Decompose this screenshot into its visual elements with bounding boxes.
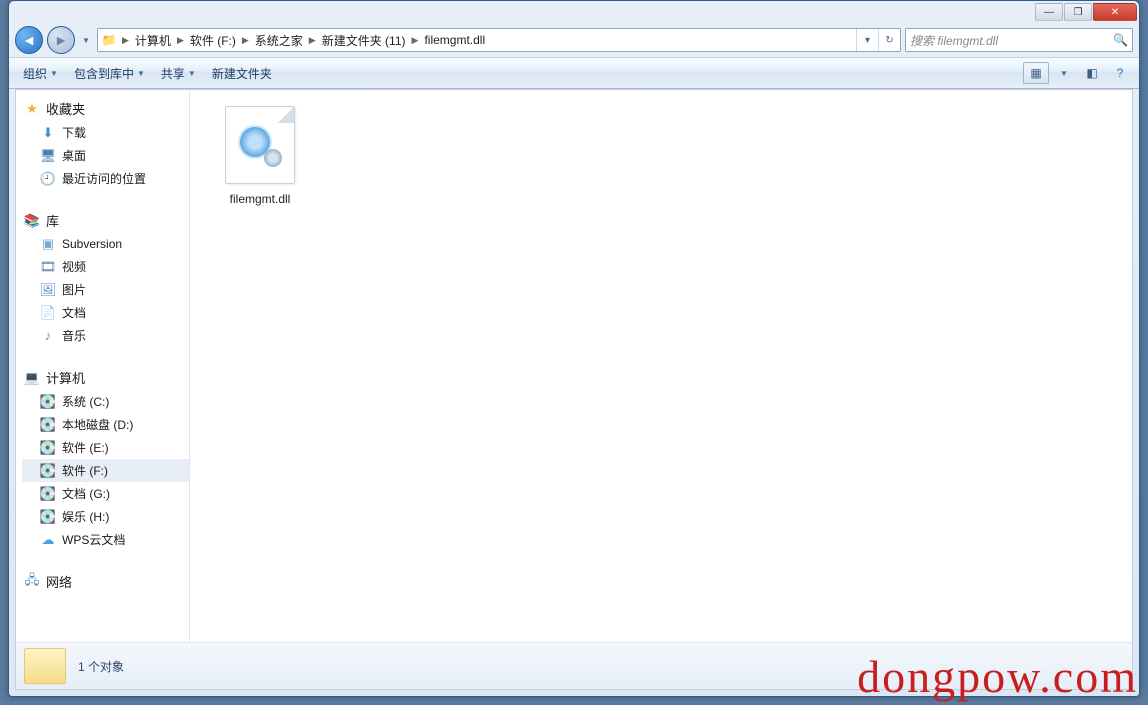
details-pane: 1 个对象 <box>15 642 1133 690</box>
sidebar-item-drive-f[interactable]: 💽软件 (F:) <box>22 459 189 482</box>
forward-button[interactable]: ► <box>47 26 75 54</box>
sidebar-item-drive-c[interactable]: 💽系统 (C:) <box>22 390 189 413</box>
recent-icon: 🕘 <box>40 171 56 187</box>
maximize-icon: ❐ <box>1074 7 1083 18</box>
chevron-down-icon: ▼ <box>137 69 145 78</box>
library-icon: 📚 <box>24 213 40 229</box>
cloud-icon: ☁ <box>40 532 56 548</box>
status-count: 1 个对象 <box>78 658 124 675</box>
view-dropdown[interactable]: ▼ <box>1051 62 1077 84</box>
file-thumbnail <box>225 106 295 184</box>
sidebar-item-documents[interactable]: 📄文档 <box>22 301 189 324</box>
share-button[interactable]: 共享▼ <box>153 61 204 86</box>
music-icon: ♪ <box>40 328 56 344</box>
sidebar-header-favorites[interactable]: ★收藏夹 <box>22 96 189 121</box>
drive-icon: 💽 <box>40 509 56 525</box>
sidebar-group-computer: 💻计算机 💽系统 (C:) 💽本地磁盘 (D:) 💽软件 (E:) 💽软件 (F… <box>22 365 189 551</box>
sidebar-item-music[interactable]: ♪音乐 <box>22 324 189 347</box>
breadcrumb[interactable]: 软件 (F:) <box>186 32 240 49</box>
maximize-button[interactable]: ❐ <box>1064 3 1092 21</box>
organize-button[interactable]: 组织▼ <box>15 61 66 86</box>
breadcrumb[interactable]: 新建文件夹 (11) <box>318 32 410 49</box>
nav-row: ◄ ► ▼ 📁 ▶ 计算机 ▶ 软件 (F:) ▶ 系统之家 ▶ 新建文件夹 (… <box>9 23 1139 57</box>
close-icon: ✕ <box>1111 7 1119 18</box>
chevron-right-icon: ▶ <box>410 35 421 46</box>
toolbar: 组织▼ 包含到库中▼ 共享▼ 新建文件夹 ▦ ▼ ◧ ? <box>9 57 1139 89</box>
sidebar-item-downloads[interactable]: ⬇下载 <box>22 121 189 144</box>
sidebar-item-video[interactable]: 🎞视频 <box>22 255 189 278</box>
chevron-right-icon: ▶ <box>175 35 186 46</box>
sidebar-group-network: 🖧网络 <box>22 569 189 594</box>
back-button[interactable]: ◄ <box>15 26 43 54</box>
gear-icon <box>240 125 280 165</box>
titlebar: — ❐ ✕ <box>9 1 1139 23</box>
minimize-icon: — <box>1044 7 1054 18</box>
star-icon: ★ <box>24 101 40 117</box>
documents-icon: 📄 <box>40 305 56 321</box>
view-options-button[interactable]: ▦ <box>1023 62 1049 84</box>
search-input[interactable]: 搜索 filemgmt.dll 🔍 <box>905 28 1133 52</box>
breadcrumb[interactable]: filemgmt.dll <box>420 33 489 47</box>
explorer-window: — ❐ ✕ ◄ ► ▼ 📁 ▶ 计算机 ▶ 软件 (F:) ▶ 系统之家 ▶ 新… <box>8 0 1140 697</box>
body: ★收藏夹 ⬇下载 🖥桌面 🕘最近访问的位置 📚库 ▣Subversion 🎞视频… <box>15 89 1133 642</box>
folder-large-icon <box>24 648 66 684</box>
folder-icon: 📁 <box>98 33 120 47</box>
sidebar-item-drive-d[interactable]: 💽本地磁盘 (D:) <box>22 413 189 436</box>
drive-icon: 💽 <box>40 463 56 479</box>
refresh-button[interactable]: ↻ <box>878 29 900 51</box>
chevron-down-icon: ▼ <box>1060 69 1068 78</box>
nav-history-dropdown[interactable]: ▼ <box>79 30 93 50</box>
search-icon: 🔍 <box>1113 33 1128 47</box>
chevron-right-icon: ▶ <box>240 35 251 46</box>
download-icon: ⬇ <box>40 125 56 141</box>
sidebar-header-network[interactable]: 🖧网络 <box>22 569 189 594</box>
help-button[interactable]: ? <box>1107 62 1133 84</box>
drive-icon: 💽 <box>40 440 56 456</box>
desktop-icon: 🖥 <box>40 148 56 164</box>
file-item[interactable]: filemgmt.dll <box>212 106 308 206</box>
sidebar-header-library[interactable]: 📚库 <box>22 208 189 233</box>
sidebar-item-recent[interactable]: 🕘最近访问的位置 <box>22 167 189 190</box>
address-dropdown[interactable]: ▾ <box>856 29 878 51</box>
sidebar-item-pictures[interactable]: 🖼图片 <box>22 278 189 301</box>
sidebar: ★收藏夹 ⬇下载 🖥桌面 🕘最近访问的位置 📚库 ▣Subversion 🎞视频… <box>16 90 190 642</box>
include-in-library-button[interactable]: 包含到库中▼ <box>66 61 153 86</box>
drive-icon: 💽 <box>40 394 56 410</box>
sidebar-item-drive-g[interactable]: 💽文档 (G:) <box>22 482 189 505</box>
file-name: filemgmt.dll <box>230 192 291 206</box>
close-button[interactable]: ✕ <box>1093 3 1137 21</box>
breadcrumb[interactable]: 系统之家 <box>251 32 307 49</box>
new-folder-button[interactable]: 新建文件夹 <box>204 61 280 86</box>
breadcrumb[interactable]: 计算机 <box>131 32 175 49</box>
sidebar-header-computer[interactable]: 💻计算机 <box>22 365 189 390</box>
chevron-down-icon: ▼ <box>50 69 58 78</box>
minimize-button[interactable]: — <box>1035 3 1063 21</box>
drive-icon: 💽 <box>40 417 56 433</box>
sidebar-item-drive-e[interactable]: 💽软件 (E:) <box>22 436 189 459</box>
chevron-down-icon: ▼ <box>188 69 196 78</box>
search-placeholder: 搜索 filemgmt.dll <box>910 32 1113 49</box>
chevron-right-icon: ▶ <box>120 35 131 46</box>
pictures-icon: 🖼 <box>40 282 56 298</box>
content-pane[interactable]: filemgmt.dll <box>190 90 1132 642</box>
video-icon: 🎞 <box>40 259 56 275</box>
sidebar-item-wps-cloud[interactable]: ☁WPS云文档 <box>22 528 189 551</box>
computer-icon: 💻 <box>24 370 40 386</box>
svn-icon: ▣ <box>40 236 56 252</box>
sidebar-item-drive-h[interactable]: 💽娱乐 (H:) <box>22 505 189 528</box>
drive-icon: 💽 <box>40 486 56 502</box>
sidebar-item-subversion[interactable]: ▣Subversion <box>22 233 189 255</box>
sidebar-item-desktop[interactable]: 🖥桌面 <box>22 144 189 167</box>
preview-pane-button[interactable]: ◧ <box>1079 62 1105 84</box>
chevron-right-icon: ▶ <box>307 35 318 46</box>
sidebar-group-library: 📚库 ▣Subversion 🎞视频 🖼图片 📄文档 ♪音乐 <box>22 208 189 347</box>
address-bar[interactable]: 📁 ▶ 计算机 ▶ 软件 (F:) ▶ 系统之家 ▶ 新建文件夹 (11) ▶ … <box>97 28 901 52</box>
sidebar-group-favorites: ★收藏夹 ⬇下载 🖥桌面 🕘最近访问的位置 <box>22 96 189 190</box>
network-icon: 🖧 <box>24 574 40 590</box>
